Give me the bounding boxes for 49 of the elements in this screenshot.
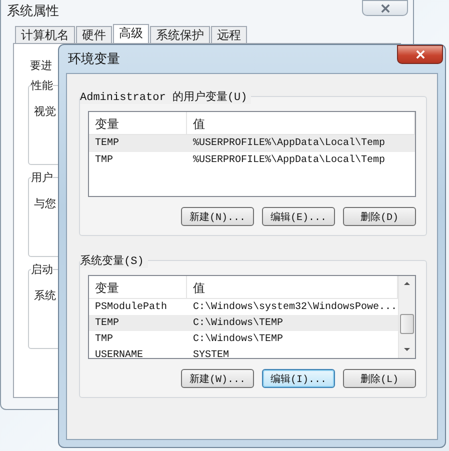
close-icon — [416, 50, 424, 58]
group-text: 视觉 — [34, 104, 56, 119]
table-cell-text: C:\Windows\TEMP — [192, 334, 284, 344]
table-cell-text: PSModulePath — [94, 302, 168, 312]
table-cell-text: C:\Windows\TEMP — [192, 318, 284, 328]
window-title: 环境变量 — [68, 51, 120, 68]
list-row[interactable]: USERNAME SYSTEM — [89, 347, 398, 358]
tab[interactable]: 计算机名 — [15, 26, 75, 43]
dialog-button[interactable]: 删除(D) — [343, 207, 416, 226]
group-label: 用户 — [31, 170, 53, 185]
group-label: Administrator 的用户变量(U) — [80, 89, 252, 104]
table-cell-text: C:\Windows\system32\WindowsPowe... — [192, 302, 398, 312]
table-cell-text: %USERPROFILE%\AppData\Local\Temp — [192, 138, 386, 149]
table-cell-text: TEMP — [94, 318, 120, 328]
close-button[interactable] — [397, 44, 443, 64]
window-title: 系统属性 — [7, 3, 59, 20]
intro-text: 要进 — [30, 58, 52, 73]
list-row[interactable]: TEMP %USERPROFILE%\AppData\Local\Temp — [89, 135, 415, 152]
group-label: 启动 — [31, 262, 53, 277]
table-cell-text: TEMP — [94, 138, 120, 149]
table-cell-text: TMP — [94, 155, 114, 166]
list-row[interactable]: TEMP C:\Windows\TEMP — [89, 315, 398, 331]
table-cell-text: USERNAME — [94, 350, 144, 358]
column-header[interactable]: 变量 — [89, 112, 187, 134]
list-row[interactable]: PSModulePath C:\Windows\system32\WindowsPowe... — [89, 299, 398, 315]
table-cell-text: SYSTEM — [192, 350, 230, 358]
dialog-button[interactable]: 新建(N)... — [181, 207, 254, 226]
column-header[interactable]: 变量 — [89, 276, 187, 298]
dialog-button[interactable]: 编辑(E)... — [262, 207, 335, 226]
scroll-thumb[interactable] — [400, 314, 414, 334]
close-button[interactable] — [362, 0, 408, 16]
group-text: 与您 — [34, 196, 56, 211]
table-cell-text: TMP — [94, 334, 114, 344]
close-icon — [380, 4, 390, 12]
list-row[interactable]: TMP C:\Windows\TEMP — [89, 331, 398, 347]
tab[interactable]: 高级 — [113, 24, 149, 43]
tab[interactable]: 远程 — [211, 26, 247, 43]
dialog-button[interactable]: 编辑(I)... — [262, 369, 335, 388]
column-header[interactable]: 值 — [187, 112, 415, 134]
table-cell-text: %USERPROFILE%\AppData\Local\Temp — [192, 155, 386, 166]
tab[interactable]: 硬件 — [76, 26, 112, 43]
group-label: 性能 — [31, 78, 53, 93]
dialog-button[interactable]: 删除(L) — [343, 369, 416, 388]
tab[interactable]: 系统保护 — [150, 26, 210, 43]
scrollbar[interactable] — [398, 276, 415, 358]
list-row[interactable]: TMP %USERPROFILE%\AppData\Local\Temp — [89, 152, 415, 169]
group-label: 系统变量(S) — [80, 253, 148, 268]
group-text: 系统 — [34, 288, 56, 303]
dialog-button[interactable]: 新建(W)... — [181, 369, 254, 388]
